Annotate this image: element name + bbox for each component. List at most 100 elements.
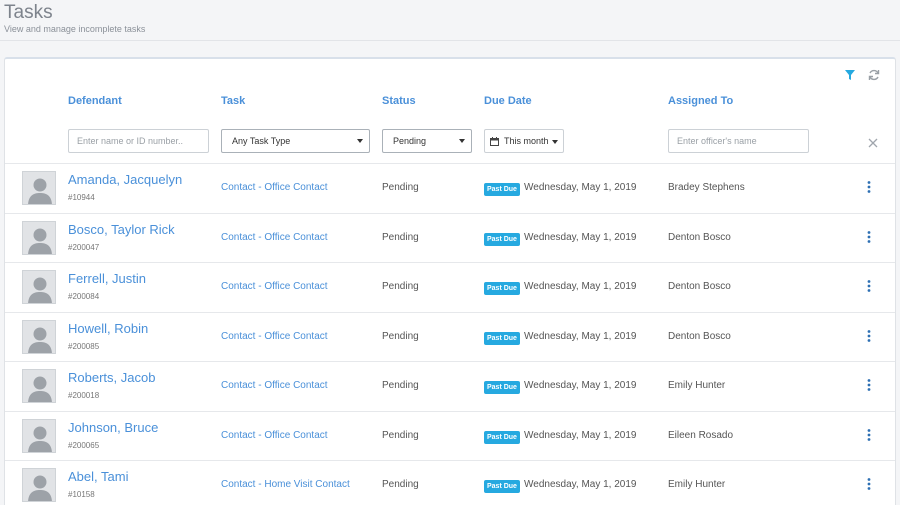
avatar xyxy=(22,468,56,502)
assigned-officer: Eileen Rosado xyxy=(668,429,734,441)
page-header: Tasks View and manage incomplete tasks xyxy=(0,0,900,41)
defendant-id: #200085 xyxy=(68,341,100,351)
table-row: Ferrell, Justin #200084 Contact - Office… xyxy=(5,262,895,311)
defendant-id: #10158 xyxy=(68,490,95,499)
task-type-select-value: Any Task Type xyxy=(232,136,291,146)
column-header-due-date[interactable]: Due Date xyxy=(484,95,532,107)
task-status: Pending xyxy=(382,479,419,490)
more-options-icon[interactable] xyxy=(865,378,873,392)
task-link[interactable]: Contact - Office Contact xyxy=(221,182,328,193)
due-date: Wednesday, May 1, 2019 xyxy=(524,380,637,391)
avatar xyxy=(22,270,56,304)
user-icon xyxy=(28,277,52,303)
chevron-down-icon xyxy=(357,139,363,143)
assigned-officer: Emily Hunter xyxy=(668,479,726,490)
column-header-task[interactable]: Task xyxy=(221,95,245,107)
defendant-name-link[interactable]: Amanda, Jacquelyn xyxy=(68,172,182,187)
tasks-panel: Defendant Task Status Due Date Assigned … xyxy=(4,57,896,505)
task-link[interactable]: Contact - Office Contact xyxy=(221,430,328,441)
assigned-officer: Bradey Stephens xyxy=(668,182,745,193)
due-date: Wednesday, May 1, 2019 xyxy=(524,330,637,342)
defendant-name-link[interactable]: Ferrell, Justin xyxy=(68,271,146,286)
more-options-icon[interactable] xyxy=(865,279,873,293)
task-link[interactable]: Contact - Office Contact xyxy=(221,380,328,391)
date-range-label: This month xyxy=(504,136,549,146)
defendant-name-link[interactable]: Howell, Robin xyxy=(68,321,148,336)
avatar xyxy=(22,220,56,255)
task-type-select[interactable]: Any Task Type xyxy=(221,129,370,153)
due-date: Wednesday, May 1, 2019 xyxy=(524,281,637,292)
filter-row: Any Task Type Pending This month xyxy=(5,125,895,164)
assigned-officer: Emily Hunter xyxy=(668,380,726,391)
avatar xyxy=(22,319,56,354)
defendant-search-input[interactable] xyxy=(68,129,209,153)
task-status: Pending xyxy=(382,281,419,292)
table-row: Johnson, Bruce #200065 Contact - Office … xyxy=(5,410,895,460)
past-due-badge: Past Due xyxy=(484,183,520,196)
more-options-icon[interactable] xyxy=(865,180,873,194)
user-icon xyxy=(28,475,52,501)
defendant-name-link[interactable]: Abel, Tami xyxy=(68,469,128,484)
officer-search-input[interactable] xyxy=(668,129,809,153)
task-status: Pending xyxy=(382,182,419,193)
column-header-status[interactable]: Status xyxy=(382,95,416,107)
task-link[interactable]: Contact - Office Contact xyxy=(221,281,328,292)
past-due-badge: Past Due xyxy=(484,331,520,345)
user-icon xyxy=(28,327,52,353)
past-due-badge: Past Due xyxy=(484,430,520,444)
due-date: Wednesday, May 1, 2019 xyxy=(524,479,637,490)
calendar-icon xyxy=(490,137,499,146)
avatar xyxy=(22,418,56,453)
defendant-id: #200047 xyxy=(68,242,100,252)
filter-icon[interactable] xyxy=(843,68,857,82)
past-due-badge: Past Due xyxy=(484,480,520,493)
defendant-name-link[interactable]: Bosco, Taylor Rick xyxy=(68,222,175,237)
task-status: Pending xyxy=(382,330,419,342)
task-link[interactable]: Contact - Home Visit Contact xyxy=(221,479,350,490)
task-status: Pending xyxy=(382,429,419,441)
user-icon xyxy=(28,178,52,204)
avatar xyxy=(22,171,56,205)
past-due-badge: Past Due xyxy=(484,232,520,246)
more-options-icon[interactable] xyxy=(865,230,873,244)
user-icon xyxy=(28,426,52,452)
page-title: Tasks xyxy=(4,2,53,23)
user-icon xyxy=(28,228,52,254)
table-row: Bosco, Taylor Rick #200047 Contact - Off… xyxy=(5,212,895,262)
refresh-icon[interactable] xyxy=(867,68,881,82)
date-range-button[interactable]: This month xyxy=(484,129,564,153)
due-date: Wednesday, May 1, 2019 xyxy=(524,231,637,243)
defendant-id: #200084 xyxy=(68,292,100,301)
past-due-badge: Past Due xyxy=(484,381,520,394)
assigned-officer: Denton Bosco xyxy=(668,231,731,243)
more-options-icon[interactable] xyxy=(865,329,873,343)
past-due-badge: Past Due xyxy=(484,282,520,295)
task-link[interactable]: Contact - Office Contact xyxy=(221,331,328,342)
table-row: Amanda, Jacquelyn #10944 Contact - Offic… xyxy=(5,163,895,212)
column-header-defendant[interactable]: Defendant xyxy=(68,95,122,107)
defendant-id: #200065 xyxy=(68,440,100,450)
defendant-name-link[interactable]: Roberts, Jacob xyxy=(68,370,155,385)
task-status: Pending xyxy=(382,380,419,391)
more-options-icon[interactable] xyxy=(865,477,873,491)
due-date: Wednesday, May 1, 2019 xyxy=(524,429,637,441)
task-status: Pending xyxy=(382,231,419,243)
task-link[interactable]: Contact - Office Contact xyxy=(221,232,328,243)
chevron-down-icon xyxy=(552,140,558,144)
table-row: Roberts, Jacob #200018 Contact - Office … xyxy=(5,361,895,410)
close-icon[interactable] xyxy=(867,137,879,149)
more-options-icon[interactable] xyxy=(865,428,873,442)
column-header-assigned-to[interactable]: Assigned To xyxy=(668,95,733,107)
due-date: Wednesday, May 1, 2019 xyxy=(524,182,637,193)
page-subtitle: View and manage incomplete tasks xyxy=(4,24,146,34)
assigned-officer: Denton Bosco xyxy=(668,281,731,292)
defendant-name-link[interactable]: Johnson, Bruce xyxy=(68,420,158,435)
table-row: Howell, Robin #200085 Contact - Office C… xyxy=(5,311,895,361)
status-select-value: Pending xyxy=(393,136,427,146)
status-select[interactable]: Pending xyxy=(382,129,472,153)
defendant-id: #10944 xyxy=(68,193,95,202)
defendant-id: #200018 xyxy=(68,391,100,400)
assigned-officer: Denton Bosco xyxy=(668,330,731,342)
avatar xyxy=(22,369,56,403)
chevron-down-icon xyxy=(459,139,465,143)
